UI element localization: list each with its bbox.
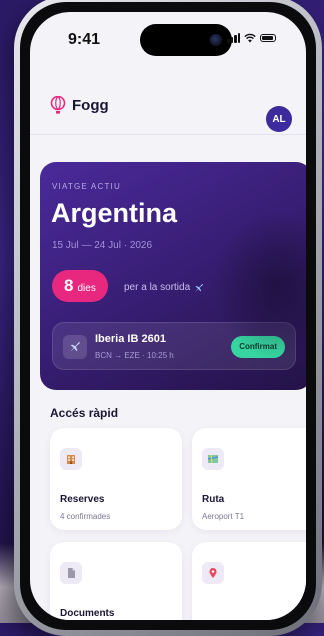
flight-name: Iberia IB 2601 xyxy=(95,333,166,345)
status-time: 9:41 xyxy=(68,31,101,48)
wifi-icon xyxy=(244,33,256,43)
days-until-departure: per a la sortida xyxy=(124,282,204,293)
quick-access-title: Ruta xyxy=(202,494,225,505)
trip-eyebrow: VIATGE ACTIU xyxy=(52,182,121,191)
trip-destination: Argentina xyxy=(51,198,178,228)
phone-bezel: 9:41 Fogg AL VIATGE ACTIU Argentina 15 J… xyxy=(20,2,316,630)
quick-access-location[interactable] xyxy=(192,542,306,620)
dynamic-island xyxy=(140,24,232,56)
section-title: Accés ràpid xyxy=(50,406,119,420)
signal-icon xyxy=(227,33,240,43)
app-name: Fogg xyxy=(72,96,109,114)
days-countdown-pill: 8 dies xyxy=(52,270,108,302)
active-trip-card[interactable]: VIATGE ACTIU Argentina 15 Jul — 24 Jul ·… xyxy=(40,162,306,390)
days-count: 8 xyxy=(64,276,74,295)
app-header: Fogg xyxy=(50,96,109,114)
status-badge: Confirmat xyxy=(231,336,285,358)
header-divider xyxy=(30,134,306,135)
airplane-icon xyxy=(70,342,80,352)
app-screen: 9:41 Fogg AL VIATGE ACTIU Argentina 15 J… xyxy=(30,12,306,620)
status-icons xyxy=(227,33,276,43)
quick-access-reservations[interactable]: Reserves 4 confirmades xyxy=(50,428,182,530)
quick-access-title: Documents xyxy=(60,608,115,619)
pin-icon xyxy=(202,562,224,584)
hotel-icon xyxy=(60,448,82,470)
days-label: dies xyxy=(77,283,96,294)
phone-frame: 9:41 Fogg AL VIATGE ACTIU Argentina 15 J… xyxy=(14,0,322,636)
avatar[interactable]: AL xyxy=(266,106,292,132)
balloon-logo-icon xyxy=(50,96,66,114)
map-icon xyxy=(202,448,224,470)
airplane-icon xyxy=(195,283,204,292)
flight-route: BCN → EZE · 10:25 h xyxy=(95,351,174,360)
quick-access-route[interactable]: Ruta Aeroport T1 xyxy=(192,428,306,530)
days-text: per a la sortida xyxy=(124,282,191,293)
quick-access-subtitle: Aeroport T1 xyxy=(202,512,245,521)
quick-access-documents[interactable]: Documents xyxy=(50,542,182,620)
document-icon xyxy=(60,562,82,584)
quick-access-subtitle: 4 confirmades xyxy=(60,512,111,521)
battery-icon xyxy=(260,34,276,42)
quick-access-title: Reserves xyxy=(60,494,105,505)
flight-icon-badge xyxy=(63,335,87,359)
trip-dates: 15 Jul — 24 Jul · 2026 xyxy=(52,240,153,251)
flight-summary[interactable]: Iberia IB 2601 BCN → EZE · 10:25 h Confi… xyxy=(52,322,296,370)
